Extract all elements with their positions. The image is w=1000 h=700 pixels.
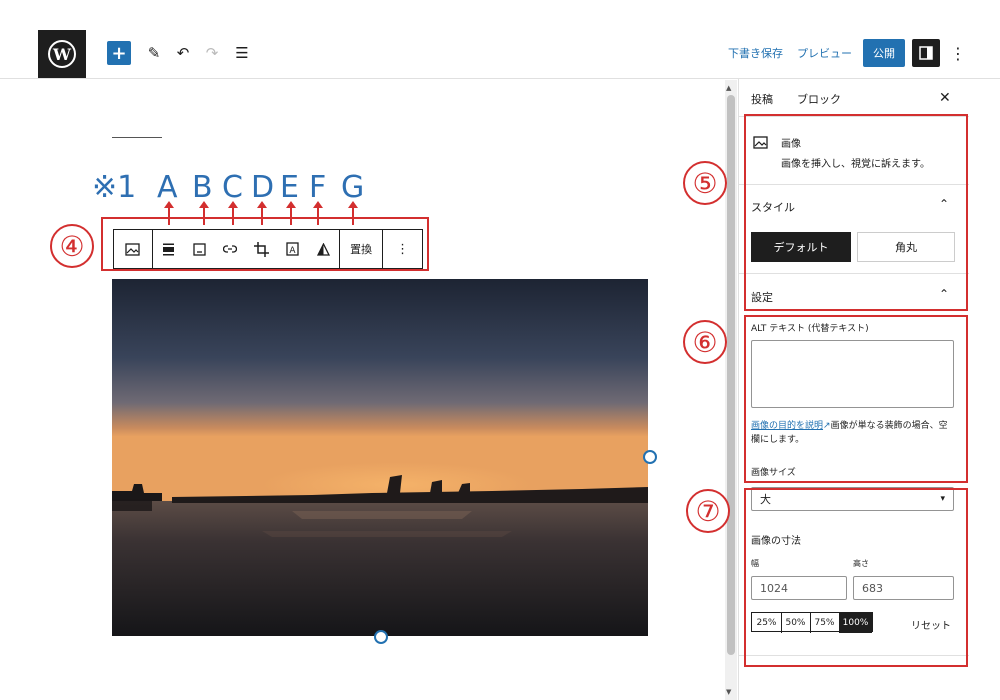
image-block-photo[interactable] [112, 279, 648, 636]
publish-button[interactable]: 公開 [863, 39, 905, 67]
crop-icon[interactable] [247, 230, 276, 268]
scroll-down-icon[interactable]: ▼ [726, 688, 731, 696]
annotation-letter-b: B [192, 170, 213, 205]
close-icon[interactable]: ✕ [939, 90, 951, 106]
document-overview-icon[interactable]: ☰ [231, 42, 253, 64]
annotation-circle-5: ⑤ [683, 161, 727, 205]
annotation-letter-a: A [157, 170, 178, 205]
tab-block[interactable]: ブロック [797, 91, 841, 107]
svg-text:A: A [289, 246, 296, 256]
image-block-icon[interactable] [118, 230, 147, 268]
block-options-more-icon[interactable]: ⋮ [388, 230, 417, 268]
annotation-letter-d: D [251, 170, 275, 205]
toolbar-group-tools: A [153, 230, 341, 268]
separator-block[interactable] [112, 137, 162, 138]
annotation-letter-e: E [280, 170, 299, 205]
text-over-image-icon[interactable]: A [278, 230, 307, 268]
resize-handle-right[interactable] [643, 450, 657, 464]
annotation-circle-6: ⑥ [683, 320, 727, 364]
tab-post[interactable]: 投稿 [751, 91, 773, 107]
options-more-icon[interactable]: ⋮ [948, 42, 968, 64]
annotation-circle-4: ④ [50, 224, 94, 268]
annotation-circle-7: ⑦ [686, 489, 730, 533]
canvas-scrollbar-thumb[interactable] [727, 95, 735, 655]
annotation-box-5 [744, 114, 968, 311]
annotation-letter-g: G [341, 170, 365, 205]
duotone-filter-icon[interactable] [309, 230, 338, 268]
resize-handle-bottom[interactable] [374, 630, 388, 644]
annotation-box-6 [744, 315, 968, 483]
annotation-letter-c: C [222, 170, 243, 205]
scroll-up-icon[interactable]: ▲ [726, 84, 731, 92]
add-block-button[interactable]: + [107, 41, 131, 65]
align-icon[interactable] [154, 230, 183, 268]
caption-icon[interactable] [185, 230, 214, 268]
toolbar-group-block-type [114, 230, 153, 268]
annotation-letter-f: F [309, 170, 327, 205]
link-icon[interactable] [216, 230, 245, 268]
wordpress-logo-icon[interactable]: W [38, 30, 86, 78]
svg-text:W: W [52, 45, 72, 64]
preview-button[interactable]: プレビュー [797, 45, 852, 61]
save-draft-button[interactable]: 下書き保存 [728, 45, 783, 61]
block-toolbar: A 置換 ⋮ [113, 229, 423, 269]
replace-button[interactable]: 置換 [340, 230, 382, 268]
edit-pencil-icon[interactable]: ✎ [143, 42, 165, 64]
settings-sidebar-toggle-icon[interactable] [912, 39, 940, 67]
redo-icon[interactable]: ↷ [201, 42, 223, 64]
annotation-note: ※1 [92, 170, 137, 205]
toolbar-group-options: ⋮ [383, 230, 422, 268]
toolbar-group-replace: 置換 [340, 230, 384, 268]
annotation-box-7 [744, 488, 968, 667]
undo-icon[interactable]: ↶ [172, 42, 194, 64]
